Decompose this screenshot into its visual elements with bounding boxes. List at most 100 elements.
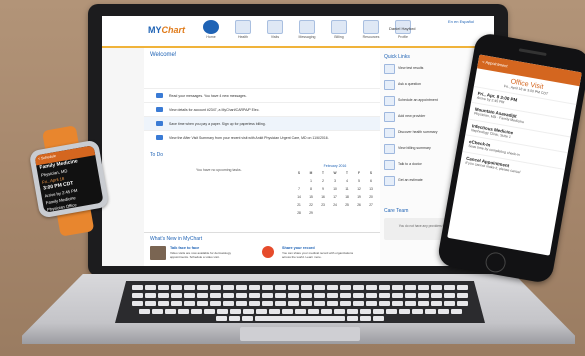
day[interactable]: 9: [318, 187, 328, 191]
day[interactable]: 16: [318, 195, 328, 199]
day[interactable]: 28: [294, 211, 304, 215]
news-card[interactable]: Share your record You can share your med…: [262, 246, 362, 264]
logo-suffix: Chart: [161, 25, 186, 35]
day[interactable]: 23: [318, 203, 328, 207]
nav-billing[interactable]: Billing: [328, 20, 350, 39]
watch-screen: < Schedule Family Medicine Physician, MD…: [34, 145, 104, 213]
visits-icon: [267, 20, 283, 34]
day[interactable]: 2: [318, 179, 328, 183]
key-row: [115, 285, 485, 291]
nav-label: Messaging: [298, 35, 316, 39]
mychart-logo[interactable]: MYChart: [148, 25, 185, 35]
day[interactable]: 20: [366, 195, 376, 199]
day[interactable]: 6: [366, 179, 376, 183]
estimate-icon: [384, 176, 395, 186]
day[interactable]: 25: [342, 203, 352, 207]
nav-label: Billing: [334, 35, 344, 39]
billing-icon: [331, 20, 347, 34]
weekday-row: SMTWTFS: [294, 171, 376, 175]
day[interactable]: 7: [294, 187, 304, 191]
messaging-icon: [299, 20, 315, 34]
day[interactable]: [318, 211, 328, 215]
key-row: [115, 301, 485, 307]
week-row: 7 8 9 10 11 12 13: [294, 187, 376, 191]
nav-visits[interactable]: Visits: [264, 20, 286, 39]
day[interactable]: 13: [366, 187, 376, 191]
provider-icon: [384, 112, 395, 122]
calendar: February 2016 SMTWTFS 123456 7 8 9 10 11 12 13…: [294, 164, 376, 219]
key-row: [115, 316, 485, 322]
message-text: View the After Visit Summary from your r…: [169, 136, 329, 140]
day[interactable]: 1: [306, 179, 316, 183]
nav-label: Visits: [270, 35, 280, 39]
day[interactable]: [294, 179, 304, 183]
day[interactable]: 8: [306, 187, 316, 191]
nav-health[interactable]: Health: [232, 20, 254, 39]
quick-link-label: View billing summary: [398, 146, 431, 150]
news-card[interactable]: Talk face to face Video visits are now a…: [150, 246, 250, 264]
day[interactable]: 4: [342, 179, 352, 183]
message-row[interactable]: View the After Visit Summary from your r…: [144, 130, 380, 145]
video-visit-image: [150, 246, 166, 260]
day[interactable]: 17: [330, 195, 340, 199]
message-text: Save time when you pay a paper. Sign up …: [169, 122, 266, 126]
key-row: [115, 309, 485, 315]
day[interactable]: 12: [354, 187, 364, 191]
quick-links-title: Quick Links: [384, 54, 410, 60]
day[interactable]: 18: [342, 195, 352, 199]
nav-resources[interactable]: Resources: [360, 20, 382, 39]
news-card-title: Share your record: [282, 246, 315, 250]
home-button[interactable]: [484, 250, 508, 274]
weekday: W: [333, 171, 337, 175]
nav-home[interactable]: Home: [200, 20, 222, 39]
message-text: Read your messages. You have 4 new messa…: [169, 94, 247, 98]
phone-speaker: [518, 48, 547, 57]
nav-messaging[interactable]: Messaging: [296, 20, 318, 39]
day[interactable]: [330, 211, 340, 215]
mail-icon: [156, 93, 163, 98]
quick-link-label: Add new provider: [398, 114, 426, 118]
laptop-screen: MYChart Home Health Visits Messaging Bil…: [102, 16, 494, 266]
day[interactable]: 27: [366, 203, 376, 207]
todo-title: To Do: [150, 152, 164, 158]
day[interactable]: 14: [294, 195, 304, 199]
calendar-icon: [384, 96, 395, 106]
day[interactable]: 10: [330, 187, 340, 191]
week-row: 123456: [294, 179, 376, 183]
day[interactable]: [354, 211, 364, 215]
day[interactable]: 15: [306, 195, 316, 199]
news-title: What's New in MyChart: [150, 236, 203, 242]
main-content: Welcome! Read your messages. You have 4 …: [144, 48, 381, 266]
day[interactable]: 29: [306, 211, 316, 215]
day[interactable]: 3: [330, 179, 340, 183]
left-gutter: [102, 48, 144, 266]
weekday: S: [297, 171, 301, 175]
day[interactable]: 5: [354, 179, 364, 183]
message-row[interactable]: View details for account #2347, a MyChar…: [144, 102, 380, 117]
day[interactable]: [366, 211, 376, 215]
smartwatch: < Schedule Family Medicine Physician, MD…: [28, 139, 110, 219]
user-name[interactable]: Daniel Hayford: [389, 26, 415, 31]
day[interactable]: 11: [342, 187, 352, 191]
message-row[interactable]: Read your messages. You have 4 new messa…: [144, 88, 380, 103]
home-icon: [203, 20, 219, 34]
day[interactable]: 21: [294, 203, 304, 207]
day[interactable]: 24: [330, 203, 340, 207]
test-results-icon: [384, 64, 395, 74]
nav-label: Resources: [362, 35, 380, 39]
day[interactable]: 19: [354, 195, 364, 199]
day[interactable]: 26: [354, 203, 364, 207]
keyboard: [115, 281, 485, 323]
news-card-title: Talk face to face: [170, 246, 200, 250]
health-summary-icon: [384, 128, 395, 138]
message-row[interactable]: Save time when you pay a paper. Sign up …: [144, 116, 380, 131]
question-icon: [384, 80, 395, 90]
welcome-title: Welcome!: [150, 52, 177, 58]
week-row: 28 29: [294, 211, 376, 215]
weekday: F: [358, 171, 360, 175]
news-card-desc: Video visits are now available for derma…: [170, 251, 231, 259]
nav-label: Home: [206, 35, 216, 39]
language-link[interactable]: En en Español: [448, 19, 474, 24]
day[interactable]: [342, 211, 352, 215]
day[interactable]: 22: [306, 203, 316, 207]
